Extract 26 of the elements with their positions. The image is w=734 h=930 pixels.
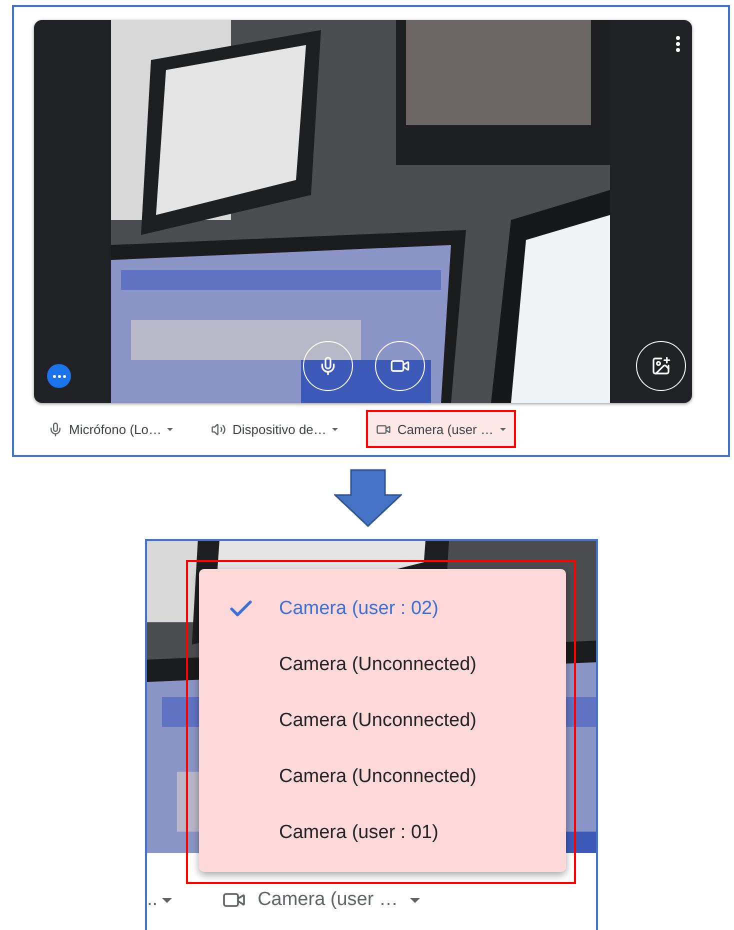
menu-item[interactable]: Camera (user : 01) [199, 805, 566, 861]
down-arrow-icon [334, 469, 402, 527]
device-label: .. [147, 889, 158, 911]
caret-icon [410, 898, 420, 902]
caret-icon [162, 898, 172, 902]
more-actions-button[interactable] [47, 364, 71, 388]
menu-item[interactable]: Camera (user : 02) [199, 581, 566, 637]
more-horizontal-icon [52, 374, 66, 378]
caret-icon [167, 428, 174, 430]
camera-dropdown[interactable]: Camera (user … [222, 888, 420, 912]
visual-effects-button[interactable] [636, 341, 686, 391]
menu-item[interactable]: Camera (Unconnected) [199, 749, 566, 805]
menu-item[interactable]: Camera (Unconnected) [199, 693, 566, 749]
device-dropdown[interactable]: Micrófono (Lo… [38, 410, 184, 448]
device-dropdown[interactable]: Dispositivo de… [201, 410, 348, 448]
menu-item[interactable]: Camera (Unconnected) [199, 637, 566, 693]
microphone-button[interactable] [303, 341, 353, 391]
microphone-icon [48, 422, 63, 436]
caret-icon [332, 428, 338, 430]
speaker-icon [211, 422, 226, 436]
image-plus-icon [651, 356, 671, 376]
camera-button[interactable] [375, 341, 425, 391]
more-options-button[interactable] [676, 36, 680, 52]
caret-icon [500, 428, 506, 430]
more-vertical-icon [676, 36, 680, 52]
device-dropdown[interactable]: Camera (user … [366, 410, 516, 448]
